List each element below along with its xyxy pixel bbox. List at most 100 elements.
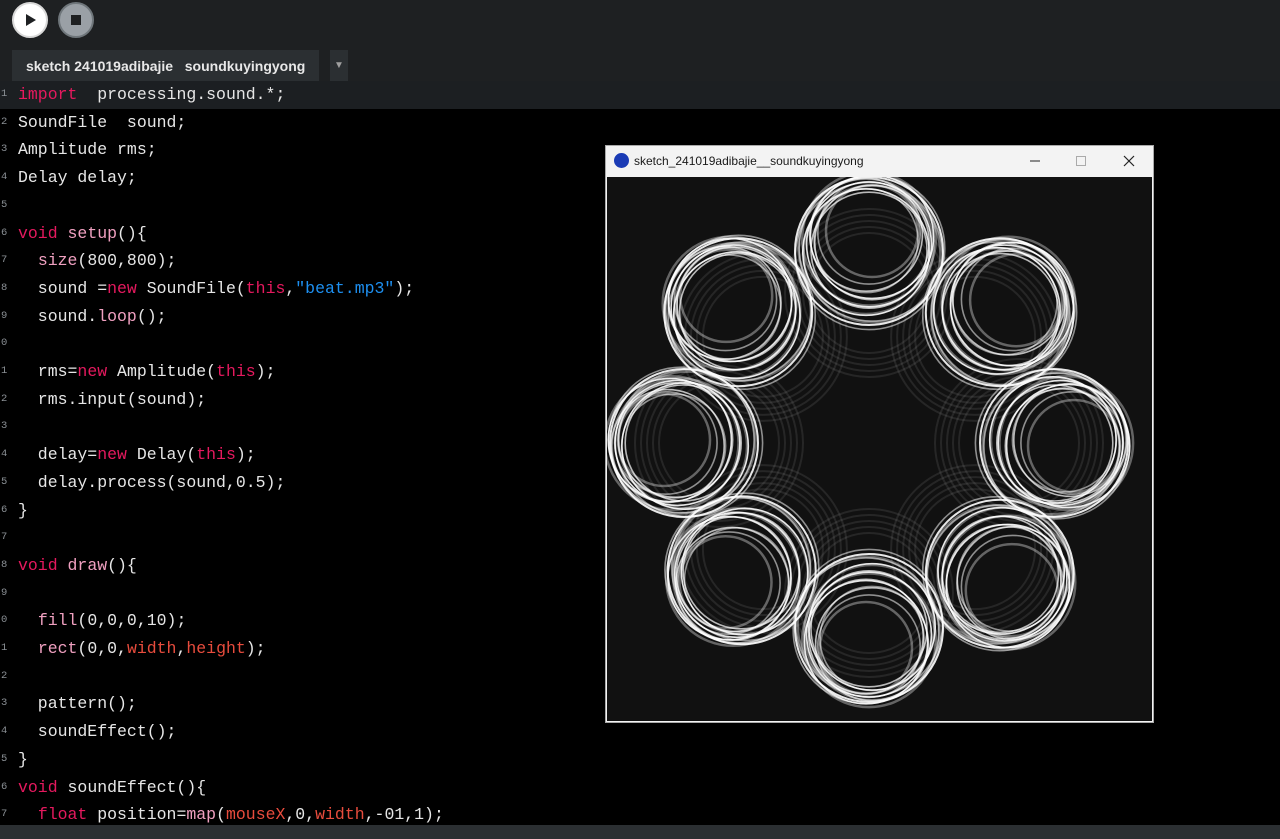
line-number: 9: [1, 309, 8, 322]
line-number: 4: [1, 448, 8, 461]
code-token: );: [235, 445, 256, 465]
code-line: 2 SoundFile sound;: [0, 109, 1280, 137]
line-number: 5: [1, 198, 8, 211]
tab-label: sketch 241019adibajie soundkuyingyong: [26, 57, 306, 74]
code-token: import: [18, 85, 78, 104]
code-token: soundEffect();: [18, 722, 177, 742]
code-token: void: [18, 223, 58, 243]
sketch-canvas[interactable]: [607, 177, 1152, 721]
line-number: 0: [1, 337, 8, 350]
tab-bar: sketch 241019adibajie soundkuyingyong ▼: [0, 46, 1280, 81]
code-text: import processing.sound.*;: [18, 81, 285, 109]
code-token: height: [186, 639, 246, 658]
line-number: 5: [1, 752, 8, 765]
line-number: 4: [1, 725, 8, 738]
code-token: this: [216, 362, 256, 381]
minimize-button[interactable]: [1012, 146, 1058, 176]
line-number: 3: [1, 697, 8, 710]
stop-button[interactable]: [58, 2, 94, 38]
close-icon: [1123, 155, 1135, 167]
toolbar: [0, 0, 1280, 46]
stop-icon: [71, 15, 81, 25]
code-token: sound.: [18, 306, 98, 326]
code-text: soundEffect();: [18, 718, 177, 746]
code-token: float: [37, 805, 88, 825]
pattern-ring: [941, 252, 1060, 371]
line-number: 3: [1, 420, 8, 433]
code-token: position=: [87, 805, 187, 825]
line-number: 0: [1, 614, 8, 627]
code-text: size(800,800);: [18, 247, 177, 275]
line-number: 2: [1, 392, 8, 405]
line-number: 6: [1, 780, 8, 793]
code-text: sound.loop();: [18, 303, 167, 331]
close-button[interactable]: [1106, 146, 1152, 176]
code-text: SoundFile sound;: [18, 109, 186, 137]
status-bar: [0, 825, 1280, 839]
code-text: delay.process(sound,0.5);: [18, 469, 286, 497]
code-token: ,0,: [285, 805, 316, 825]
code-token: draw: [67, 555, 108, 575]
code-token: (){: [107, 555, 137, 575]
code-token: (: [216, 805, 226, 825]
line-number: 7: [1, 254, 8, 267]
code-line: 6 void soundEffect(){: [0, 774, 1280, 802]
code-token: this: [196, 445, 236, 465]
code-token: delay.process(sound,0.5);: [18, 472, 286, 492]
maximize-button[interactable]: [1058, 146, 1104, 176]
sketch-window[interactable]: sketch_241019adibajie__soundkuyingyong: [605, 145, 1154, 723]
processing-app-icon: [614, 153, 629, 168]
code-token: "beat.mp3": [295, 278, 395, 298]
tab-sketch[interactable]: sketch 241019adibajie soundkuyingyong: [12, 50, 320, 81]
code-token: this: [245, 278, 286, 298]
code-token: SoundFile(: [136, 278, 246, 298]
code-text: }: [18, 497, 28, 525]
line-number: 5: [1, 475, 8, 488]
code-token: processing.sound.*;: [77, 85, 286, 104]
code-text: pattern();: [18, 690, 137, 718]
code-token: mouseX: [225, 805, 286, 825]
code-token: Amplitude rms;: [18, 140, 157, 160]
code-token: delay=: [18, 445, 98, 465]
code-text: Delay delay;: [18, 164, 137, 192]
code-token: loop: [97, 306, 137, 326]
line-number: 3: [1, 143, 8, 156]
code-text: rms.input(sound);: [18, 386, 206, 414]
code-token: void: [18, 555, 58, 575]
code-text: sound =new SoundFile(this,"beat.mp3");: [18, 275, 414, 303]
tab-menu-button[interactable]: ▼: [330, 50, 348, 81]
code-text: fill(0,0,0,10);: [18, 607, 187, 635]
code-token: soundEffect(){: [57, 777, 207, 797]
window-titlebar[interactable]: sketch_241019adibajie__soundkuyingyong: [606, 146, 1153, 176]
run-button[interactable]: [12, 2, 48, 38]
chevron-down-icon: ▼: [334, 60, 344, 71]
code-token: );: [255, 362, 276, 381]
play-icon: [26, 14, 36, 26]
line-number: 6: [1, 503, 8, 516]
code-token: width: [315, 805, 365, 825]
code-token: rms=: [18, 362, 78, 381]
line-number: 2: [1, 669, 8, 682]
code-token: ,: [285, 278, 296, 298]
code-token: new: [97, 445, 127, 465]
code-token: Delay delay;: [18, 168, 137, 188]
code-token: );: [245, 639, 266, 658]
code-text: rect(0,0,width,height);: [18, 635, 266, 663]
circle-pattern-artwork: [607, 177, 1135, 709]
line-number: 9: [1, 586, 8, 599]
code-text: rms=new Amplitude(this);: [18, 358, 276, 386]
code-token: void: [18, 777, 58, 797]
code-token: ();: [136, 306, 167, 326]
code-token: ,-01,1);: [364, 805, 444, 825]
line-number: 7: [1, 531, 8, 544]
line-number: 1: [1, 365, 8, 377]
code-token: ,: [176, 639, 187, 658]
code-text: Amplitude rms;: [18, 136, 157, 164]
code-token: Amplitude(: [107, 362, 217, 381]
code-text: delay=new Delay(this);: [18, 441, 256, 469]
